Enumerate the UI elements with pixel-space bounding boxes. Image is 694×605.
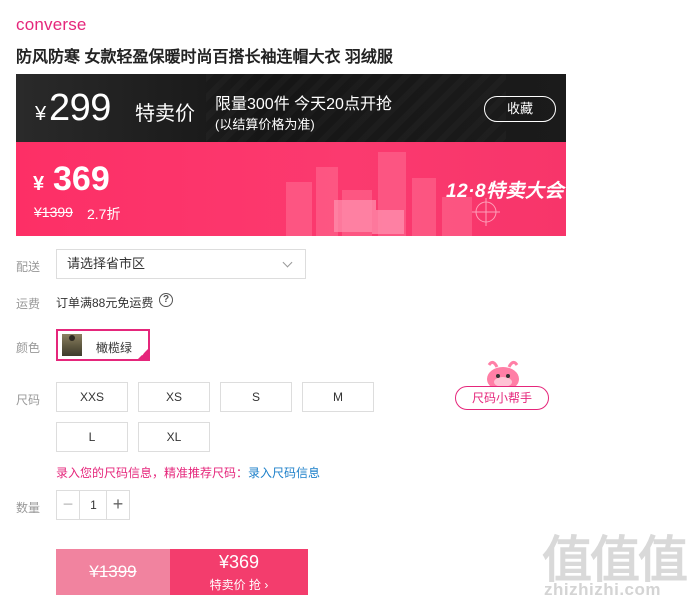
buy-sale-price: ¥369 — [218, 552, 260, 572]
size-info-text: 录入您的尺码信息，精准推荐尺码： — [56, 466, 249, 480]
size-helper-label: 尺码小帮手 — [455, 386, 549, 410]
size-helper-button[interactable]: 尺码小帮手 — [455, 357, 550, 413]
region-select-placeholder: 请选择省市区 — [67, 256, 146, 271]
color-thumbnail — [62, 334, 82, 356]
shipping-label: 运费 — [16, 297, 41, 311]
size-label: 尺码 — [16, 393, 41, 407]
check-icon: ✓ — [140, 349, 147, 358]
original-price: ¥1399 — [34, 204, 73, 220]
quantity-minus-button[interactable]: − — [57, 491, 80, 519]
size-option-xl[interactable]: XL — [138, 422, 210, 452]
delivery-label: 配送 — [16, 260, 41, 274]
size-option-xxs[interactable]: XXS — [56, 382, 128, 412]
product-title: 防风防寒 女款轻盈保暖时尚百搭长袖连帽大衣 羽绒服 — [16, 49, 393, 66]
size-option-l[interactable]: L — [56, 422, 128, 452]
brand-name[interactable]: converse — [16, 15, 87, 35]
size-option-m[interactable]: M — [302, 382, 374, 412]
quantity-input[interactable]: 1 — [80, 491, 107, 519]
watermark: 值值值 zhizhizhi.com — [542, 520, 694, 605]
buy-original-price-button[interactable]: ¥1399 — [56, 549, 170, 595]
flash-note-text: (以结算价格为准) — [215, 117, 315, 132]
favorite-button[interactable]: 收藏 — [484, 96, 556, 122]
color-option-label: 橄榄绿 — [96, 341, 133, 355]
quantity-stepper: − 1 + — [56, 490, 130, 520]
size-option-s[interactable]: S — [220, 382, 292, 412]
quantity-label: 数量 — [16, 501, 41, 515]
buy-sale-price-button[interactable]: ¥369 特卖价 抢 › — [170, 549, 308, 595]
flash-price-tag: 特卖价 — [135, 103, 195, 125]
color-option-selected[interactable]: 橄榄绿 ✓ — [56, 329, 150, 361]
chevron-down-icon — [282, 257, 293, 268]
sale-price: 369 — [53, 160, 110, 198]
buy-sale-action: 特卖价 抢 › — [209, 578, 269, 592]
shipping-info: 订单满88元免运费 — [56, 296, 154, 310]
color-label: 颜色 — [16, 341, 41, 355]
size-info-prompt: 录入您的尺码信息，精准推荐尺码：录入尺码信息 — [56, 464, 320, 481]
event-logo-text: 12·8特卖大会 — [446, 181, 565, 202]
flash-price: 299 — [49, 87, 111, 129]
watermark-url: zhizhizhi.com — [544, 580, 661, 599]
flash-sale-banner: ¥ 299 特卖价 限量300件 今天20点开抢 (以结算价格为准) 收藏 — [16, 74, 566, 142]
sale-price-banner: ¥ 369 ¥1399 2.7折 12·8特卖大会 — [16, 142, 566, 236]
size-option-xs[interactable]: XS — [138, 382, 210, 412]
flash-limit-text: 限量300件 今天20点开抢 — [215, 96, 392, 113]
size-info-link[interactable]: 录入尺码信息 — [248, 466, 320, 480]
discount-rate: 2.7折 — [87, 206, 121, 222]
region-select[interactable]: 请选择省市区 — [56, 249, 306, 279]
help-icon[interactable]: ? — [159, 293, 173, 307]
quantity-plus-button[interactable]: + — [106, 491, 129, 519]
sale-currency: ¥ — [33, 173, 45, 195]
flash-currency: ¥ — [35, 103, 47, 125]
